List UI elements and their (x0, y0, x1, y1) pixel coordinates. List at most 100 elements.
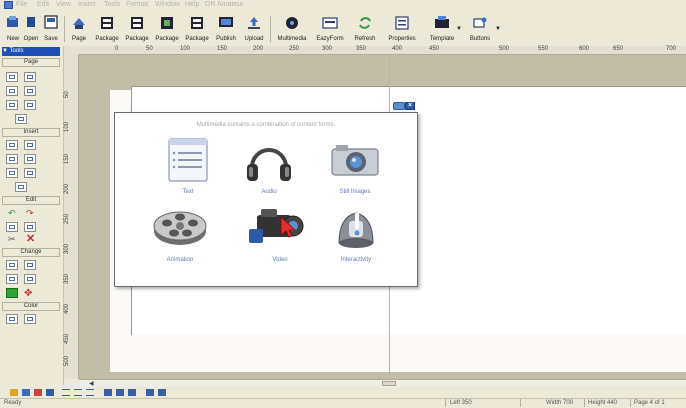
section-edit[interactable]: Edit (2, 196, 60, 205)
package-icon (131, 17, 143, 29)
move-icon[interactable]: ✥ (24, 288, 32, 299)
tool-insert-1[interactable] (6, 140, 18, 150)
toolbar-separator (64, 16, 65, 42)
properties-button[interactable]: Properties (382, 12, 422, 46)
tool-insert-3[interactable] (6, 154, 18, 164)
buttons-dropdown-icon[interactable]: ▼ (495, 26, 501, 32)
package-button-4[interactable]: Package (182, 12, 212, 46)
package-button-1[interactable]: Package (92, 12, 122, 46)
align-bottom-icon[interactable] (128, 389, 136, 396)
green-fill-icon[interactable] (6, 288, 18, 298)
tool-page-3[interactable] (6, 86, 18, 96)
ruler-tick: 700 (666, 46, 677, 52)
tool-page-1[interactable] (6, 72, 18, 82)
upload-label: Upload (244, 36, 264, 42)
mm-item-animation[interactable]: Animation (145, 201, 215, 269)
menu-item-file[interactable]: File (16, 1, 27, 8)
mm-item-text[interactable]: Text (153, 133, 223, 201)
camera-icon (331, 145, 379, 176)
ruler-tick: 650 (613, 46, 624, 52)
save-button[interactable]: Save (40, 12, 62, 46)
dialog-minimize-button[interactable] (393, 102, 405, 110)
menu-item-edit[interactable]: Edit (37, 1, 49, 8)
package-button-2[interactable]: Package (122, 12, 152, 46)
package-button-3[interactable]: Package (152, 12, 182, 46)
tool-insert-6[interactable] (24, 168, 36, 178)
menu-item-format[interactable]: Format (126, 1, 148, 8)
menu-item-extra[interactable]: OR Amateur (205, 1, 244, 8)
align-center-icon[interactable] (74, 389, 82, 396)
ungroup-icon[interactable] (34, 389, 42, 396)
page-button[interactable]: Page (66, 12, 92, 46)
tool-page-5[interactable] (6, 100, 18, 110)
order-icon[interactable] (46, 389, 54, 396)
section-change[interactable]: Change (2, 248, 60, 257)
publish-button[interactable]: Publish (212, 12, 240, 46)
mm-item-video[interactable]: Video (245, 201, 315, 269)
ruler-tick: 250 (289, 46, 300, 52)
bottom-toolbar (0, 387, 686, 398)
interactive-touch-icon (338, 212, 374, 248)
align-middle-icon[interactable] (116, 389, 124, 396)
tool-page-4[interactable] (24, 86, 36, 96)
tool-color-2[interactable] (24, 314, 36, 324)
publish-icon (219, 17, 233, 27)
mm-item-still-images[interactable]: Still Images (320, 133, 390, 201)
distribute-v-icon[interactable] (158, 389, 166, 396)
horizontal-scrollbar[interactable]: ◀ (79, 379, 686, 387)
ruler-tick: 200 (253, 46, 264, 52)
scroll-left-arrow-icon[interactable]: ◀ (89, 380, 94, 387)
section-page[interactable]: Page (2, 58, 60, 67)
eazyform-button[interactable]: EazyForm (312, 12, 348, 46)
group-icon[interactable] (22, 389, 30, 396)
tool-change-2[interactable] (24, 260, 36, 270)
menu-item-insert[interactable]: Insert (78, 1, 96, 8)
arrange-icon[interactable] (10, 389, 18, 396)
new-button[interactable]: New (2, 12, 24, 46)
scrollbar-thumb[interactable] (382, 381, 396, 386)
cut-icon[interactable]: ✂ (8, 234, 16, 245)
ruler-tick: 100 (180, 46, 191, 52)
distribute-h-icon[interactable] (146, 389, 154, 396)
tool-color-1[interactable] (6, 314, 18, 324)
template-dropdown-icon[interactable]: ▼ (456, 26, 462, 32)
align-right-icon[interactable] (86, 389, 94, 396)
menu-item-help[interactable]: Help (185, 1, 199, 8)
new-icon (7, 16, 18, 27)
vertical-ruler[interactable]: 50 100 150 200 250 300 350 400 450 500 (64, 54, 79, 379)
tool-page-2[interactable] (24, 72, 36, 82)
section-color[interactable]: Color (2, 302, 60, 311)
mm-item-interactivity[interactable]: Interactivity (321, 201, 391, 269)
multimedia-button[interactable]: Multimedia (272, 12, 312, 46)
upload-button[interactable]: Upload (240, 12, 268, 46)
align-left-icon[interactable] (62, 389, 70, 396)
tool-insert-2[interactable] (24, 140, 36, 150)
section-insert[interactable]: Insert (2, 128, 60, 137)
tool-edit-1[interactable] (6, 222, 18, 232)
align-top-icon[interactable] (104, 389, 112, 396)
tool-change-1[interactable] (6, 260, 18, 270)
redo-icon[interactable]: ↷ (26, 208, 34, 219)
delete-icon[interactable]: ✕ (26, 232, 35, 245)
ruler-tick: 300 (322, 46, 333, 52)
menu-item-tools[interactable]: Tools (104, 1, 120, 8)
undo-icon[interactable]: ↶ (8, 208, 16, 219)
tool-change-4[interactable] (24, 274, 36, 284)
menu-item-window[interactable]: Window (155, 1, 180, 8)
buttons-button[interactable]: Buttons (462, 12, 498, 46)
mm-item-audio[interactable]: Audio (234, 133, 304, 201)
tool-change-3[interactable] (6, 274, 18, 284)
tool-insert-5[interactable] (6, 168, 18, 178)
horizontal-ruler[interactable]: 0 50 100 150 200 250 300 350 400 450 500… (79, 46, 686, 55)
dialog-close-button[interactable]: × (405, 102, 415, 110)
tool-page-6[interactable] (24, 100, 36, 110)
package-icon (191, 17, 203, 29)
menu-item-view[interactable]: View (56, 1, 71, 8)
tool-edit-2[interactable] (24, 222, 36, 232)
open-button[interactable]: Open (22, 12, 40, 46)
tool-insert-4[interactable] (24, 154, 36, 164)
tool-insert-7[interactable] (15, 182, 27, 192)
ruler-tick: 400 (392, 46, 403, 52)
refresh-button[interactable]: Refresh (348, 12, 382, 46)
tool-page-7[interactable] (15, 114, 27, 124)
